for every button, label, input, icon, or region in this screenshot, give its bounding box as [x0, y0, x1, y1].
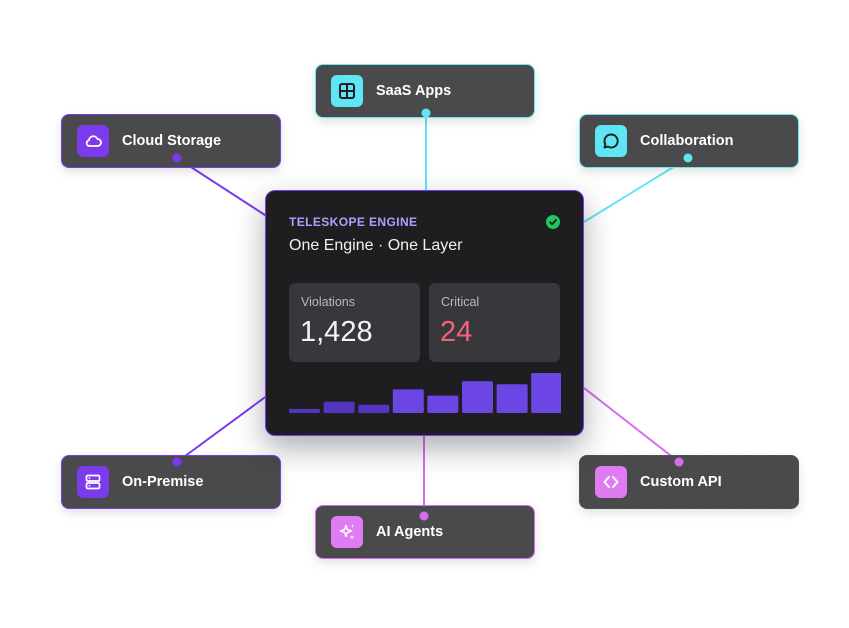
code-brackets-icon	[595, 466, 627, 498]
node-label: Collaboration	[640, 133, 734, 149]
connector-custom-api	[583, 387, 680, 463]
node-label: SaaS Apps	[376, 83, 452, 99]
chat-bubble-icon	[595, 125, 627, 157]
engine-subtitle: One Engine · One Layer	[289, 237, 463, 254]
sparkle-icon	[331, 516, 363, 548]
bar-6	[462, 381, 493, 413]
node-cloud-storage[interactable]: Cloud Storage	[61, 114, 281, 168]
server-icon	[77, 466, 109, 498]
bar-7	[496, 384, 528, 413]
cloud-icon	[77, 125, 109, 157]
engine-card: TELESKOPE ENGINE One Engine · One Layer …	[265, 190, 584, 436]
mini-bar-chart	[289, 373, 561, 413]
node-saas-apps[interactable]: SaaS Apps	[315, 64, 535, 118]
check-circle-icon	[546, 215, 560, 229]
node-label: Custom API	[640, 474, 722, 490]
bar-8	[531, 373, 561, 413]
grid-icon	[331, 75, 363, 107]
connector-on-premise	[176, 394, 269, 463]
stat-label: Violations	[301, 295, 355, 309]
node-label: On-Premise	[122, 474, 204, 490]
bar-4	[392, 389, 424, 413]
bar-3	[358, 404, 390, 413]
node-custom-api[interactable]: Custom API	[579, 455, 799, 509]
node-ai-agents[interactable]: AI Agents	[315, 505, 535, 559]
bar-1	[289, 408, 320, 413]
stat-label: Critical	[441, 295, 480, 309]
stat-critical: Critical 24	[429, 283, 560, 362]
bar-2	[323, 401, 355, 413]
node-label: AI Agents	[376, 524, 444, 540]
engine-eyebrow: TELESKOPE ENGINE	[289, 215, 418, 229]
node-collaboration[interactable]: Collaboration	[579, 114, 799, 168]
stat-value: 24	[440, 316, 473, 348]
bar-5	[427, 395, 459, 413]
node-on-premise[interactable]: On-Premise	[61, 455, 281, 509]
node-label: Cloud Storage	[122, 133, 222, 149]
stat-value: 1,428	[300, 316, 373, 348]
stat-violations: Violations 1,428	[289, 283, 420, 362]
